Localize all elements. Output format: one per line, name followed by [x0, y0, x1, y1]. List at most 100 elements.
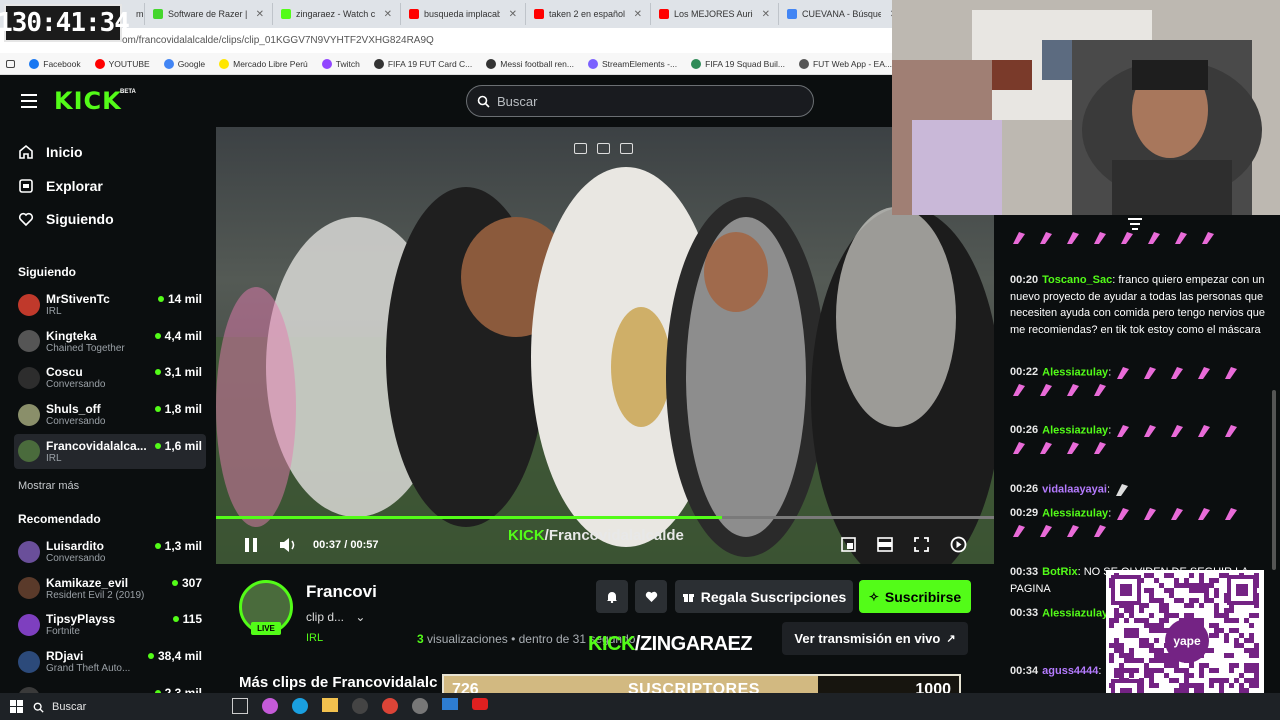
browser-tab[interactable]: Los MEJORES Auricular ✕: [651, 3, 779, 25]
browser-tab[interactable]: taken 2 en español peli ✕: [526, 3, 651, 25]
close-icon[interactable]: ✕: [256, 9, 264, 20]
clip-category[interactable]: IRL: [306, 632, 323, 644]
channel-name: Shuls_off: [46, 402, 101, 417]
chat-username[interactable]: BotRix: [1042, 566, 1077, 578]
browser-tab[interactable]: CUEVANA - Búsqueda✕: [779, 3, 907, 25]
avatar: [18, 540, 40, 563]
follow-button[interactable]: [635, 580, 667, 613]
bookmark[interactable]: Facebook: [29, 58, 81, 69]
chat-username[interactable]: Alessiazulay: [1042, 424, 1108, 436]
video-progress-bar[interactable]: [216, 516, 994, 519]
bookmark[interactable]: StreamElements -...: [587, 58, 677, 69]
close-icon[interactable]: ✕: [509, 9, 517, 20]
bookmark[interactable]: Mercado Libre Perú: [219, 58, 308, 69]
channel-item[interactable]: Kamikaze_evil Resident Evil 2 (2019) 307: [14, 571, 206, 606]
nav-explorar[interactable]: Explorar: [18, 178, 103, 194]
browser-tab[interactable]: Software de Razer | Syn ✕: [145, 3, 273, 25]
tab-favicon-icon: [153, 9, 163, 19]
gift-subs-button[interactable]: Regala Suscripciones: [675, 580, 853, 613]
channel-item[interactable]: Shuls_off Conversando 1,8 mil: [14, 397, 206, 432]
edge-icon[interactable]: [292, 698, 308, 714]
folder-icon[interactable]: [322, 698, 338, 712]
chat-username[interactable]: vidalaayayai: [1042, 483, 1107, 495]
task-view-icon[interactable]: [232, 698, 248, 714]
browser-tab-partial[interactable]: mi✕: [128, 3, 145, 25]
close-icon[interactable]: ✕: [384, 9, 392, 20]
notify-button[interactable]: [596, 580, 628, 613]
show-more-link[interactable]: Mostrar más: [18, 480, 79, 492]
copilot-icon[interactable]: [262, 698, 278, 714]
pause-icon[interactable]: [243, 537, 259, 553]
channel-item[interactable]: Luisardito Conversando 1,3 mil: [14, 534, 206, 569]
settings-icon[interactable]: [950, 536, 967, 553]
chat-username[interactable]: Alessiazulay: [1042, 507, 1108, 519]
fullscreen-icon[interactable]: [914, 537, 929, 552]
bookmark[interactable]: Messi football ren...: [486, 58, 574, 69]
viewer-count: 115: [172, 612, 202, 626]
channel-item[interactable]: Francovidalalca... IRL 1,6 mil: [14, 433, 206, 469]
settings-gear-icon[interactable]: [412, 698, 428, 714]
channel-item[interactable]: Coscu Conversando 3,1 mil: [14, 360, 206, 395]
watch-live-button[interactable]: Ver transmisión en vivo ↗: [782, 622, 968, 655]
subscribe-button[interactable]: ✧ Suscribirse: [859, 580, 971, 613]
menu-icon[interactable]: [21, 94, 37, 108]
browser-tab[interactable]: zingaraez - Watch clips ✕: [273, 3, 401, 25]
watermark-channel: /Francovidalalcalde: [544, 527, 684, 544]
windows-start-icon[interactable]: [10, 700, 23, 713]
chat-timestamp: 00:20: [1010, 274, 1039, 286]
bookmark[interactable]: FIFA 19 FUT Card C...: [373, 58, 472, 69]
chat-username[interactable]: aguss4444: [1042, 665, 1098, 677]
kick-logo[interactable]: KICK: [54, 87, 122, 115]
share-icon[interactable]: [597, 143, 610, 154]
miniplayer-icon[interactable]: [841, 537, 856, 552]
video-player[interactable]: [216, 127, 994, 564]
clip-title[interactable]: clip d... ⌄: [306, 610, 365, 624]
emote-icon: [1064, 522, 1081, 539]
channel-name: TipsyPlayss: [46, 612, 116, 627]
channel-item[interactable]: MrStivenTc IRL 14 mil: [14, 287, 206, 322]
search-input[interactable]: [497, 93, 797, 109]
taskbar-search[interactable]: Buscar: [33, 696, 223, 718]
chat-scrollbar[interactable]: [1272, 390, 1276, 570]
search-box[interactable]: [466, 85, 814, 117]
bookmark[interactable]: FUT Web App - EA...: [798, 58, 892, 69]
volume-icon[interactable]: [279, 537, 297, 553]
browser-tab[interactable]: busqueda implacable 2 ✕: [401, 3, 526, 25]
bookmark[interactable]: FIFA 19 Squad Buil...: [691, 58, 785, 69]
bookmark[interactable]: Twitch: [321, 58, 360, 69]
nav-inicio[interactable]: Inicio: [18, 144, 83, 160]
mail-icon[interactable]: [442, 698, 458, 710]
browser-tab-bar: mi✕ Software de Razer | Syn✕zingaraez - …: [0, 0, 907, 28]
chat-username[interactable]: Alessiazulay: [1042, 607, 1108, 619]
chat-timestamp: 00:34: [1010, 665, 1039, 677]
streamer-name[interactable]: Francovi: [306, 582, 377, 602]
youtube-icon[interactable]: [472, 698, 488, 710]
chat-username[interactable]: Toscano_Sac: [1042, 274, 1112, 286]
app-icon[interactable]: [352, 698, 368, 714]
translate-icon[interactable]: [620, 143, 633, 154]
chat-username[interactable]: Alessiazulay: [1042, 366, 1108, 378]
chat-menu-icon[interactable]: [1128, 218, 1142, 230]
theater-icon[interactable]: [877, 537, 893, 552]
channel-item[interactable]: RDjavi Grand Theft Auto... 38,4 mil: [14, 644, 206, 679]
chrome-icon[interactable]: [382, 698, 398, 714]
viewer-count: 4,4 mil: [154, 329, 202, 343]
pip-icon[interactable]: [574, 143, 587, 154]
extension-icon[interactable]: [6, 59, 16, 68]
channel-item[interactable]: TipsyPlayss Fortnite 115: [14, 607, 206, 642]
close-icon[interactable]: ✕: [634, 9, 642, 20]
close-icon[interactable]: ✕: [762, 9, 770, 20]
nav-siguiendo[interactable]: Siguiendo: [18, 211, 114, 227]
address-bar[interactable]: om/francovidalalcalde/clips/clip_01KGGV7…: [0, 28, 892, 53]
chat-message: 00:29 Alessiazulay:: [1010, 505, 1268, 539]
channel-item[interactable]: Kingteka Chained Together 4,4 mil: [14, 324, 206, 359]
bookmark-label: Mercado Libre Perú: [233, 58, 308, 69]
bookmark[interactable]: YOUTUBE: [94, 58, 150, 69]
nav-label: Siguiendo: [46, 211, 114, 227]
time-separator: /: [344, 539, 348, 551]
chevron-down-icon[interactable]: ⌄: [355, 610, 365, 624]
bookmark[interactable]: Google: [163, 58, 205, 69]
taskbar-apps: [232, 698, 488, 714]
avatar: [18, 613, 40, 636]
channel-name: Kingteka: [46, 328, 97, 343]
